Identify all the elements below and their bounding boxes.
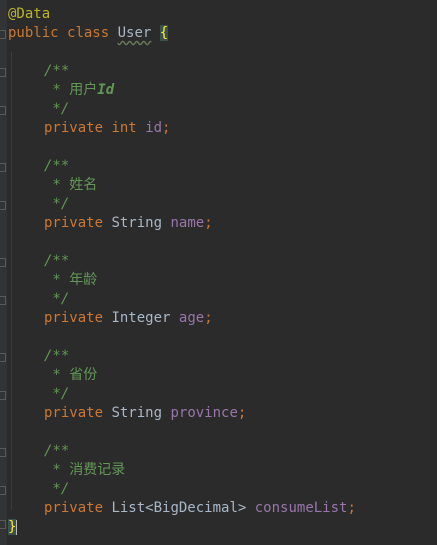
comment-text: 用户 bbox=[69, 82, 98, 98]
code-line-field-declaration[interactable]: private String name; bbox=[8, 214, 356, 233]
code-line-blank[interactable] bbox=[8, 233, 356, 252]
code-line-comment-close[interactable]: */ bbox=[8, 290, 356, 309]
keyword-class: class bbox=[67, 25, 110, 41]
comment-text: 消费记录 bbox=[69, 462, 126, 478]
comment-text: 省份 bbox=[69, 367, 98, 383]
comment-open: /** bbox=[44, 63, 70, 79]
fold-marker-icon[interactable] bbox=[0, 68, 6, 77]
keyword-private: private bbox=[44, 215, 104, 231]
fold-marker-icon[interactable] bbox=[0, 448, 6, 457]
fold-marker-icon[interactable] bbox=[0, 201, 6, 210]
field-type: Integer bbox=[111, 310, 171, 326]
code-line-comment-open[interactable]: /** bbox=[8, 252, 356, 271]
code-line-blank[interactable] bbox=[8, 328, 356, 347]
code-line-comment-open[interactable]: /** bbox=[8, 157, 356, 176]
comment-close: */ bbox=[44, 386, 70, 402]
comment-tag: Id bbox=[97, 82, 115, 98]
comment-text: 姓名 bbox=[69, 177, 98, 193]
semicolon: ; bbox=[162, 120, 171, 136]
field-name: province bbox=[170, 405, 238, 421]
code-line-comment-text[interactable]: * 省份 bbox=[8, 366, 356, 385]
code-line-comment-close[interactable]: */ bbox=[8, 385, 356, 404]
comment-star: * bbox=[44, 82, 70, 98]
fold-marker-icon[interactable] bbox=[0, 163, 6, 172]
comment-close: */ bbox=[44, 196, 70, 212]
comment-open: /** bbox=[44, 443, 70, 459]
comment-close: */ bbox=[44, 101, 70, 117]
code-line-blank[interactable] bbox=[8, 138, 356, 157]
code-line-field-declaration[interactable]: private Integer age; bbox=[8, 309, 356, 328]
keyword-private: private bbox=[44, 405, 104, 421]
field-name: age bbox=[178, 310, 205, 326]
fold-marker-icon[interactable] bbox=[0, 520, 6, 529]
comment-close: */ bbox=[44, 291, 70, 307]
text-cursor bbox=[16, 519, 18, 535]
code-line-blank[interactable] bbox=[8, 423, 356, 442]
code-line-comment-text[interactable]: * 年龄 bbox=[8, 271, 356, 290]
editor-gutter[interactable] bbox=[0, 0, 7, 545]
code-line-comment-text[interactable]: * 用户Id bbox=[8, 81, 356, 100]
field-name: name bbox=[170, 215, 205, 231]
fold-marker-icon[interactable] bbox=[0, 296, 6, 305]
comment-text: 年龄 bbox=[69, 272, 98, 288]
field-type: List<BigDecimal> bbox=[111, 500, 247, 516]
code-line-comment-open[interactable]: /** bbox=[8, 347, 356, 366]
comment-star: * bbox=[44, 272, 70, 288]
comment-open: /** bbox=[44, 158, 70, 174]
code-line-annotation[interactable]: @Data bbox=[8, 5, 356, 24]
code-line-blank[interactable] bbox=[8, 43, 356, 62]
code-line-field-declaration[interactable]: private List<BigDecimal> consumeList; bbox=[8, 499, 356, 518]
class-name[interactable]: User bbox=[118, 25, 152, 41]
comment-star: * bbox=[44, 367, 70, 383]
field-type: int bbox=[111, 120, 137, 136]
code-line-field-declaration[interactable]: private String province; bbox=[8, 404, 356, 423]
close-brace: } bbox=[8, 519, 17, 535]
comment-star: * bbox=[44, 462, 70, 478]
semicolon: ; bbox=[204, 310, 213, 326]
keyword-private: private bbox=[44, 500, 104, 516]
code-line-comment-text[interactable]: * 消费记录 bbox=[8, 461, 356, 480]
fold-marker-icon[interactable] bbox=[0, 353, 6, 362]
code-line-close-brace[interactable]: } bbox=[8, 518, 356, 537]
fold-marker-icon[interactable] bbox=[0, 391, 6, 400]
open-brace: { bbox=[159, 25, 169, 41]
semicolon: ; bbox=[237, 405, 247, 421]
field-name: consumeList bbox=[254, 500, 348, 516]
code-area[interactable]: @Data public class User { /** * 用户Id */ … bbox=[8, 5, 356, 537]
semicolon: ; bbox=[204, 215, 213, 231]
field-type: String bbox=[111, 215, 163, 231]
fold-marker-icon[interactable] bbox=[0, 486, 6, 495]
keyword-public: public bbox=[8, 25, 59, 41]
comment-star: * bbox=[44, 177, 70, 193]
comment-close: */ bbox=[44, 481, 70, 497]
field-name: id bbox=[145, 120, 163, 136]
code-line-comment-text[interactable]: * 姓名 bbox=[8, 176, 356, 195]
keyword-private: private bbox=[44, 120, 104, 136]
comment-open: /** bbox=[44, 348, 70, 364]
field-type: String bbox=[111, 405, 163, 421]
fold-marker-icon[interactable] bbox=[0, 106, 6, 115]
code-line-comment-open[interactable]: /** bbox=[8, 442, 356, 461]
comment-open: /** bbox=[44, 253, 70, 269]
code-line-comment-close[interactable]: */ bbox=[8, 195, 356, 214]
annotation-text: @Data bbox=[8, 6, 51, 22]
code-editor[interactable]: @Data public class User { /** * 用户Id */ … bbox=[0, 0, 437, 545]
fold-marker-icon[interactable] bbox=[0, 258, 6, 267]
code-line-field-declaration[interactable]: private int id; bbox=[8, 119, 356, 138]
code-line-comment-close[interactable]: */ bbox=[8, 480, 356, 499]
keyword-private: private bbox=[44, 310, 104, 326]
code-line-class-declaration[interactable]: public class User { bbox=[8, 24, 356, 43]
code-line-comment-open[interactable]: /** bbox=[8, 62, 356, 81]
fold-marker-icon[interactable] bbox=[0, 30, 6, 39]
code-line-comment-close[interactable]: */ bbox=[8, 100, 356, 119]
semicolon: ; bbox=[347, 500, 356, 516]
